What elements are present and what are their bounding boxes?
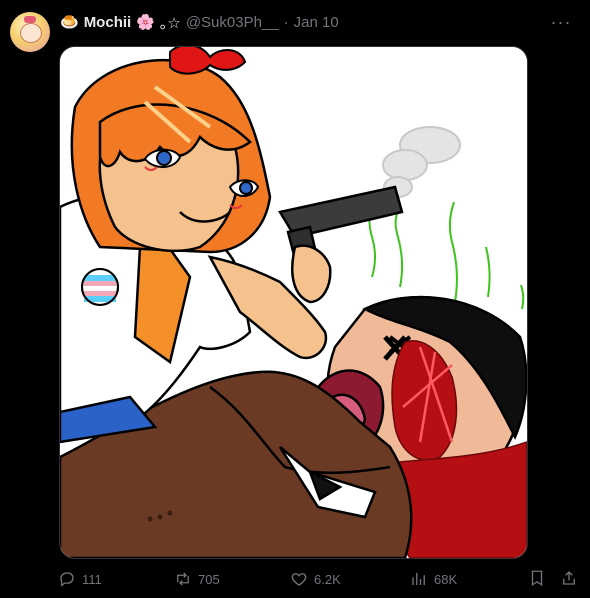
avatar[interactable] (10, 12, 50, 52)
display-name[interactable]: Mochii (84, 14, 132, 31)
views-button[interactable]: 68K (410, 570, 530, 588)
user-handle[interactable]: @Suk03Ph__ (186, 14, 279, 31)
bookmark-icon (531, 570, 543, 587)
tweet-card[interactable]: 🍮 Mochii 🌸 ｡☆ @Suk03Ph__ · Jan 10 ··· 11… (0, 0, 590, 598)
post-date[interactable]: Jan 10 (294, 14, 339, 31)
share-icon (563, 571, 575, 585)
repost-button[interactable]: 705 (174, 570, 290, 588)
secondary-actions (528, 569, 578, 587)
pudding-emoji: 🍮 (60, 14, 79, 31)
heart-icon (291, 573, 307, 586)
repost-icon (177, 572, 189, 586)
anime-illustration-image (60, 47, 527, 558)
avatar-face (20, 23, 42, 43)
share-button[interactable] (560, 569, 578, 587)
bookmark-button[interactable] (528, 569, 546, 587)
views-chart-icon (412, 573, 425, 585)
post-image[interactable] (59, 46, 528, 559)
reply-button[interactable]: 111 (58, 570, 174, 588)
like-count: 6.2K (314, 571, 341, 587)
repost-count: 705 (198, 571, 220, 587)
view-count: 68K (434, 571, 458, 587)
more-dots-icon[interactable]: ··· (550, 12, 572, 32)
avatar-bow (24, 16, 36, 23)
name-suffix: ｡☆ (159, 14, 181, 32)
like-button[interactable]: 6.2K (290, 570, 410, 588)
reply-icon (60, 572, 74, 587)
flower-emoji: 🌸 (136, 14, 155, 31)
reply-count: 111 (82, 571, 102, 587)
action-bar: 111 705 6.2K 68K (58, 569, 578, 589)
separator-dot: · (283, 13, 289, 31)
tweet-header: 🍮 Mochii 🌸 ｡☆ @Suk03Ph__ · Jan 10 (60, 12, 339, 32)
